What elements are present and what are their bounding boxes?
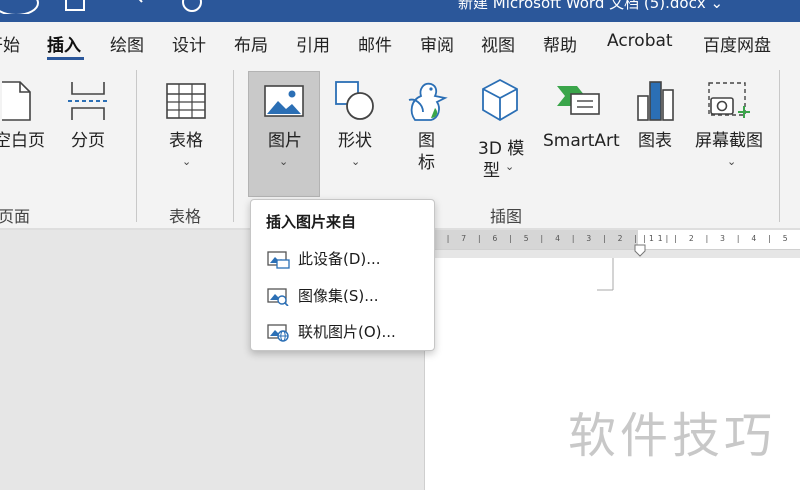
save-icon[interactable] [64,0,86,14]
pictures-label: 图片 [268,131,302,151]
icons-icon [408,82,448,121]
device-picture-icon [267,251,290,269]
tab-layout[interactable]: 布局 [234,31,268,56]
page-break-button[interactable]: 分页 [71,130,105,152]
illustrations-group-label: 插图 [490,207,523,226]
tab-mailings[interactable]: 邮件 [358,31,392,56]
stock-images-icon [267,288,289,306]
chart-button[interactable]: 图表 [638,130,672,152]
group-separator [233,70,234,222]
table-button[interactable]: 表格 [169,130,203,152]
tab-home[interactable]: 开始 [0,31,20,56]
table-group-label: 表格 [169,207,202,226]
tab-view[interactable]: 视图 [481,31,515,56]
pages-group-label: 页面 [0,207,31,226]
smartart-button[interactable]: SmartArt [543,130,620,152]
tab-help[interactable]: 帮助 [543,31,577,56]
tab-insert[interactable]: 插入 [47,31,81,56]
3d-models-icon [482,78,518,122]
group-separator [136,70,137,222]
chevron-down-icon: ⌄ [351,155,361,168]
screenshot-icon [708,82,750,118]
ribbon-tabs: 开始 插入 绘图 设计 布局 引用 邮件 审阅 视图 帮助 Acrobat 百度… [0,22,800,64]
online-pictures-icon [267,324,289,342]
ruler-right-numbers: | 1 | 2 | 3 | 4 | 5 | 6 [642,234,800,243]
menu-item-label: 联机图片(O)... [298,323,396,341]
tab-references[interactable]: 引用 [296,31,330,56]
chevron-down-icon: ⌄ [505,160,515,173]
undo-icon[interactable] [130,0,146,14]
blank-page-icon [2,81,31,121]
account-icon[interactable] [0,0,44,14]
watermark-text: 软件技巧 [568,408,777,464]
shapes-icon [335,81,374,120]
menu-item-label: 图像集(S)... [298,287,379,305]
shapes-button[interactable]: 形状 [338,130,372,152]
blank-page-button[interactable]: 空白页 [0,130,45,152]
chevron-down-icon: ⌄ [727,155,737,168]
chart-icon [637,81,674,121]
margin-corner-mark [597,258,614,291]
tab-review[interactable]: 审阅 [420,31,454,56]
icons-button[interactable]: 图 [418,130,435,152]
menu-item-stock-images[interactable]: 图像集(S)... [257,280,429,310]
picture-icon [264,85,304,117]
ruler-left-numbers: 8 | 7 | 6 | 5 | 4 | 3 | 2 | 1 | [430,234,673,243]
screenshot-button[interactable]: 屏幕截图 [695,130,763,152]
smartart-icon [557,86,600,115]
chevron-down-icon: ⌄ [182,155,192,168]
tab-design[interactable]: 设计 [172,31,206,56]
3d-models-button-line2: 型 [483,161,500,181]
chevron-down-icon: ⌄ [279,155,289,168]
icons-button-line2: 标 [418,153,435,173]
menu-item-this-device[interactable]: 此设备(D)... [257,243,429,273]
tab-acrobat[interactable]: Acrobat [607,31,673,51]
3d-models-button[interactable]: 3D 模 [478,138,524,160]
redo-icon[interactable] [180,0,204,14]
tab-baidu-netdisk[interactable]: 百度网盘 [703,31,771,56]
menu-title: 插入图片来自 [266,213,357,231]
document-title: 新建 Microsoft Word 文档 (5).docx ⌄ [458,0,724,12]
tab-draw[interactable]: 绘图 [110,31,144,56]
menu-item-online-pictures[interactable]: 联机图片(O)... [257,316,429,346]
insert-picture-menu: 插入图片来自 此设备(D)... 图像集(S)... 联机图片(O)... [250,199,435,351]
group-separator [779,70,780,222]
active-tab-indicator [47,57,84,60]
page-break-icon [68,82,108,120]
indent-marker-icon[interactable] [634,244,646,258]
horizontal-ruler[interactable]: 8 | 7 | 6 | 5 | 4 | 3 | 2 | 1 | | 1 | 2 … [424,230,800,250]
menu-item-label: 此设备(D)... [298,250,381,268]
title-bar: 新建 Microsoft Word 文档 (5).docx ⌄ [0,0,800,22]
table-icon [166,83,206,119]
